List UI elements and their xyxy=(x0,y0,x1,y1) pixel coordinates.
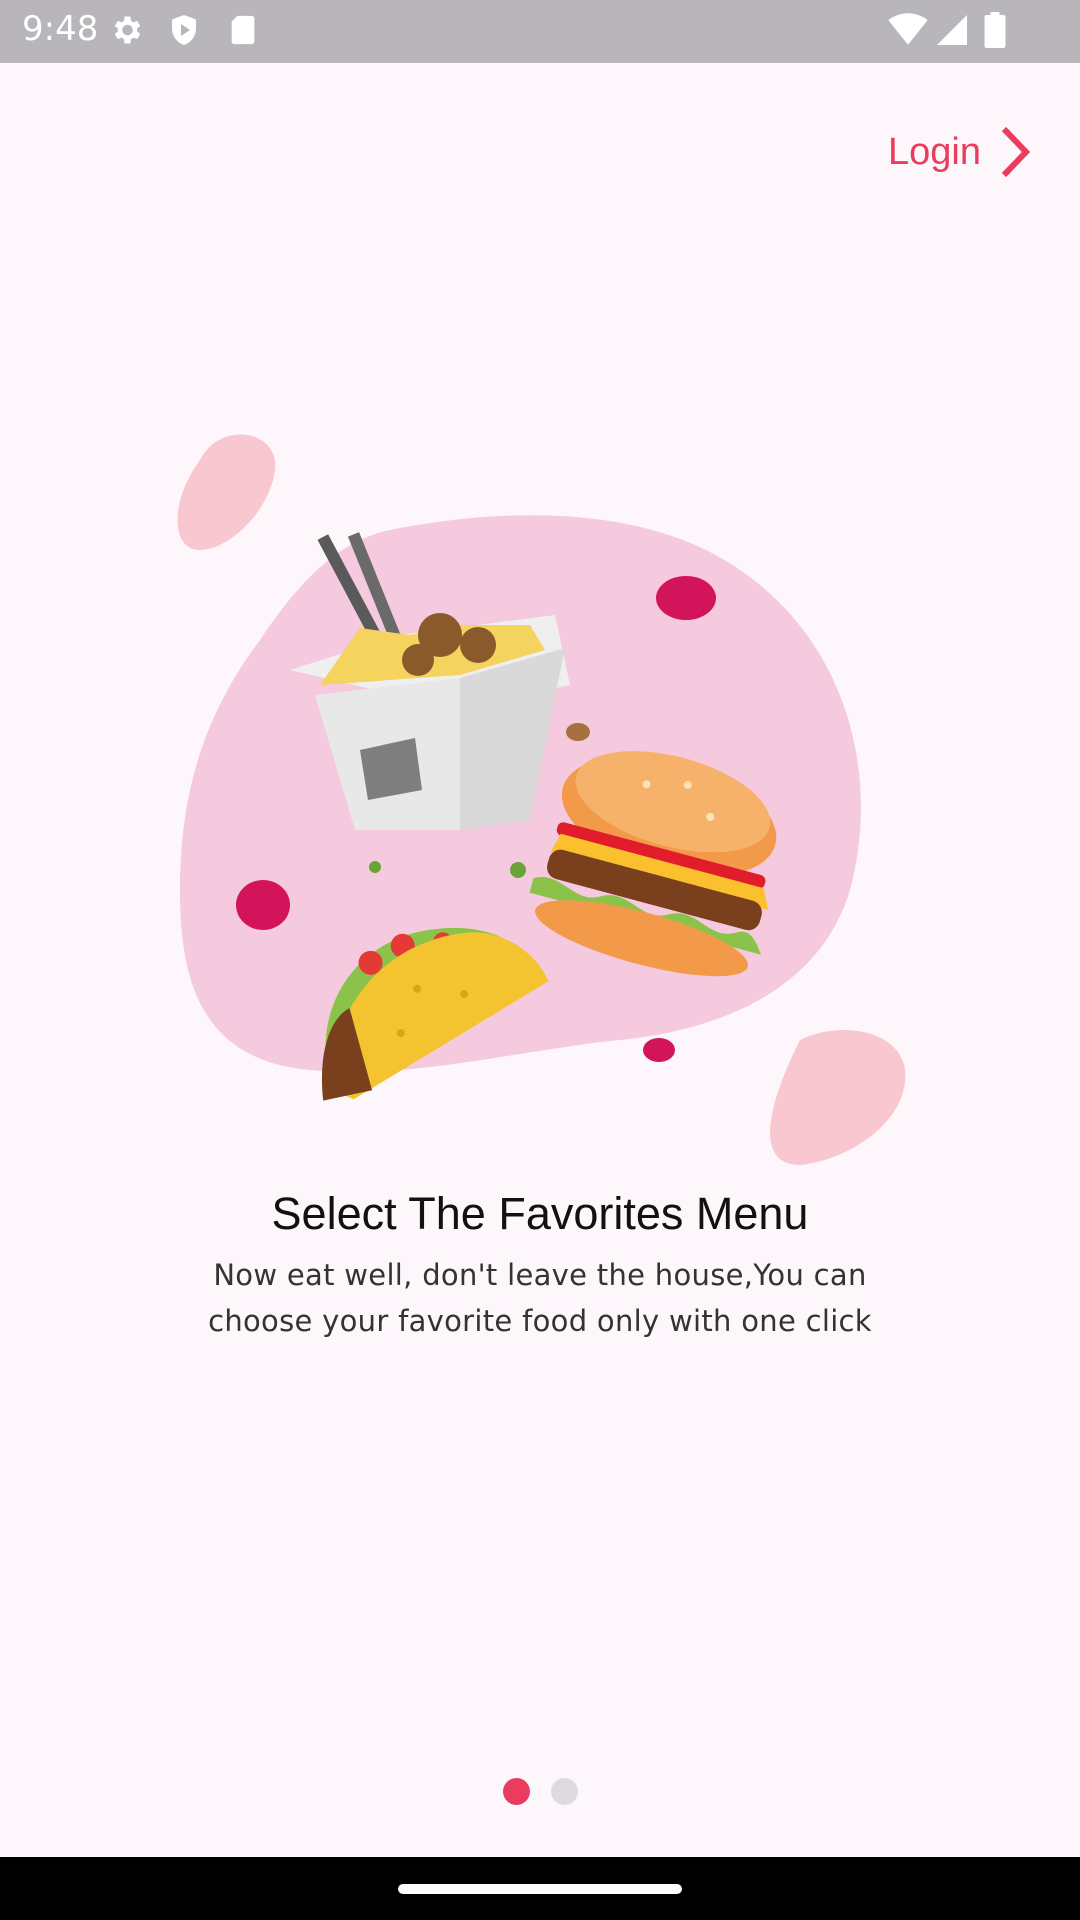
crumb-2 xyxy=(369,861,381,873)
login-link[interactable]: Login xyxy=(888,120,1031,184)
splat-1 xyxy=(656,576,716,620)
crumb-3 xyxy=(510,862,526,878)
status-bar: 9:48 xyxy=(0,0,1080,63)
battery-icon xyxy=(984,12,1006,48)
chevron-right-icon xyxy=(1001,126,1031,178)
sd-card-icon xyxy=(231,15,255,45)
settings-icon xyxy=(114,16,141,44)
splat-3 xyxy=(643,1038,675,1062)
petal-bottom-right xyxy=(770,1030,906,1165)
login-label: Login xyxy=(888,130,981,173)
cellular-signal-icon xyxy=(937,15,967,45)
onboarding-description: Now eat well, don't leave the house,You … xyxy=(120,1252,960,1344)
description-line-2: choose your favorite food only with one … xyxy=(208,1304,872,1338)
status-time: 9:48 xyxy=(22,9,99,49)
home-gesture-handle[interactable] xyxy=(398,1884,682,1894)
onboarding-title: Select The Favorites Menu xyxy=(271,1188,809,1239)
wifi-icon xyxy=(888,13,928,45)
navigation-bar xyxy=(0,1857,1080,1920)
food-illustration xyxy=(177,434,906,1165)
splat-2 xyxy=(236,880,290,930)
page-dot-2[interactable] xyxy=(550,1778,578,1805)
petal-top-left xyxy=(177,434,276,550)
page-indicator xyxy=(0,1778,1080,1805)
shield-icon xyxy=(172,15,196,45)
crumb-1 xyxy=(566,723,590,741)
page-dot-1[interactable] xyxy=(502,1778,530,1805)
description-line-1: Now eat well, don't leave the house,You … xyxy=(213,1258,867,1292)
